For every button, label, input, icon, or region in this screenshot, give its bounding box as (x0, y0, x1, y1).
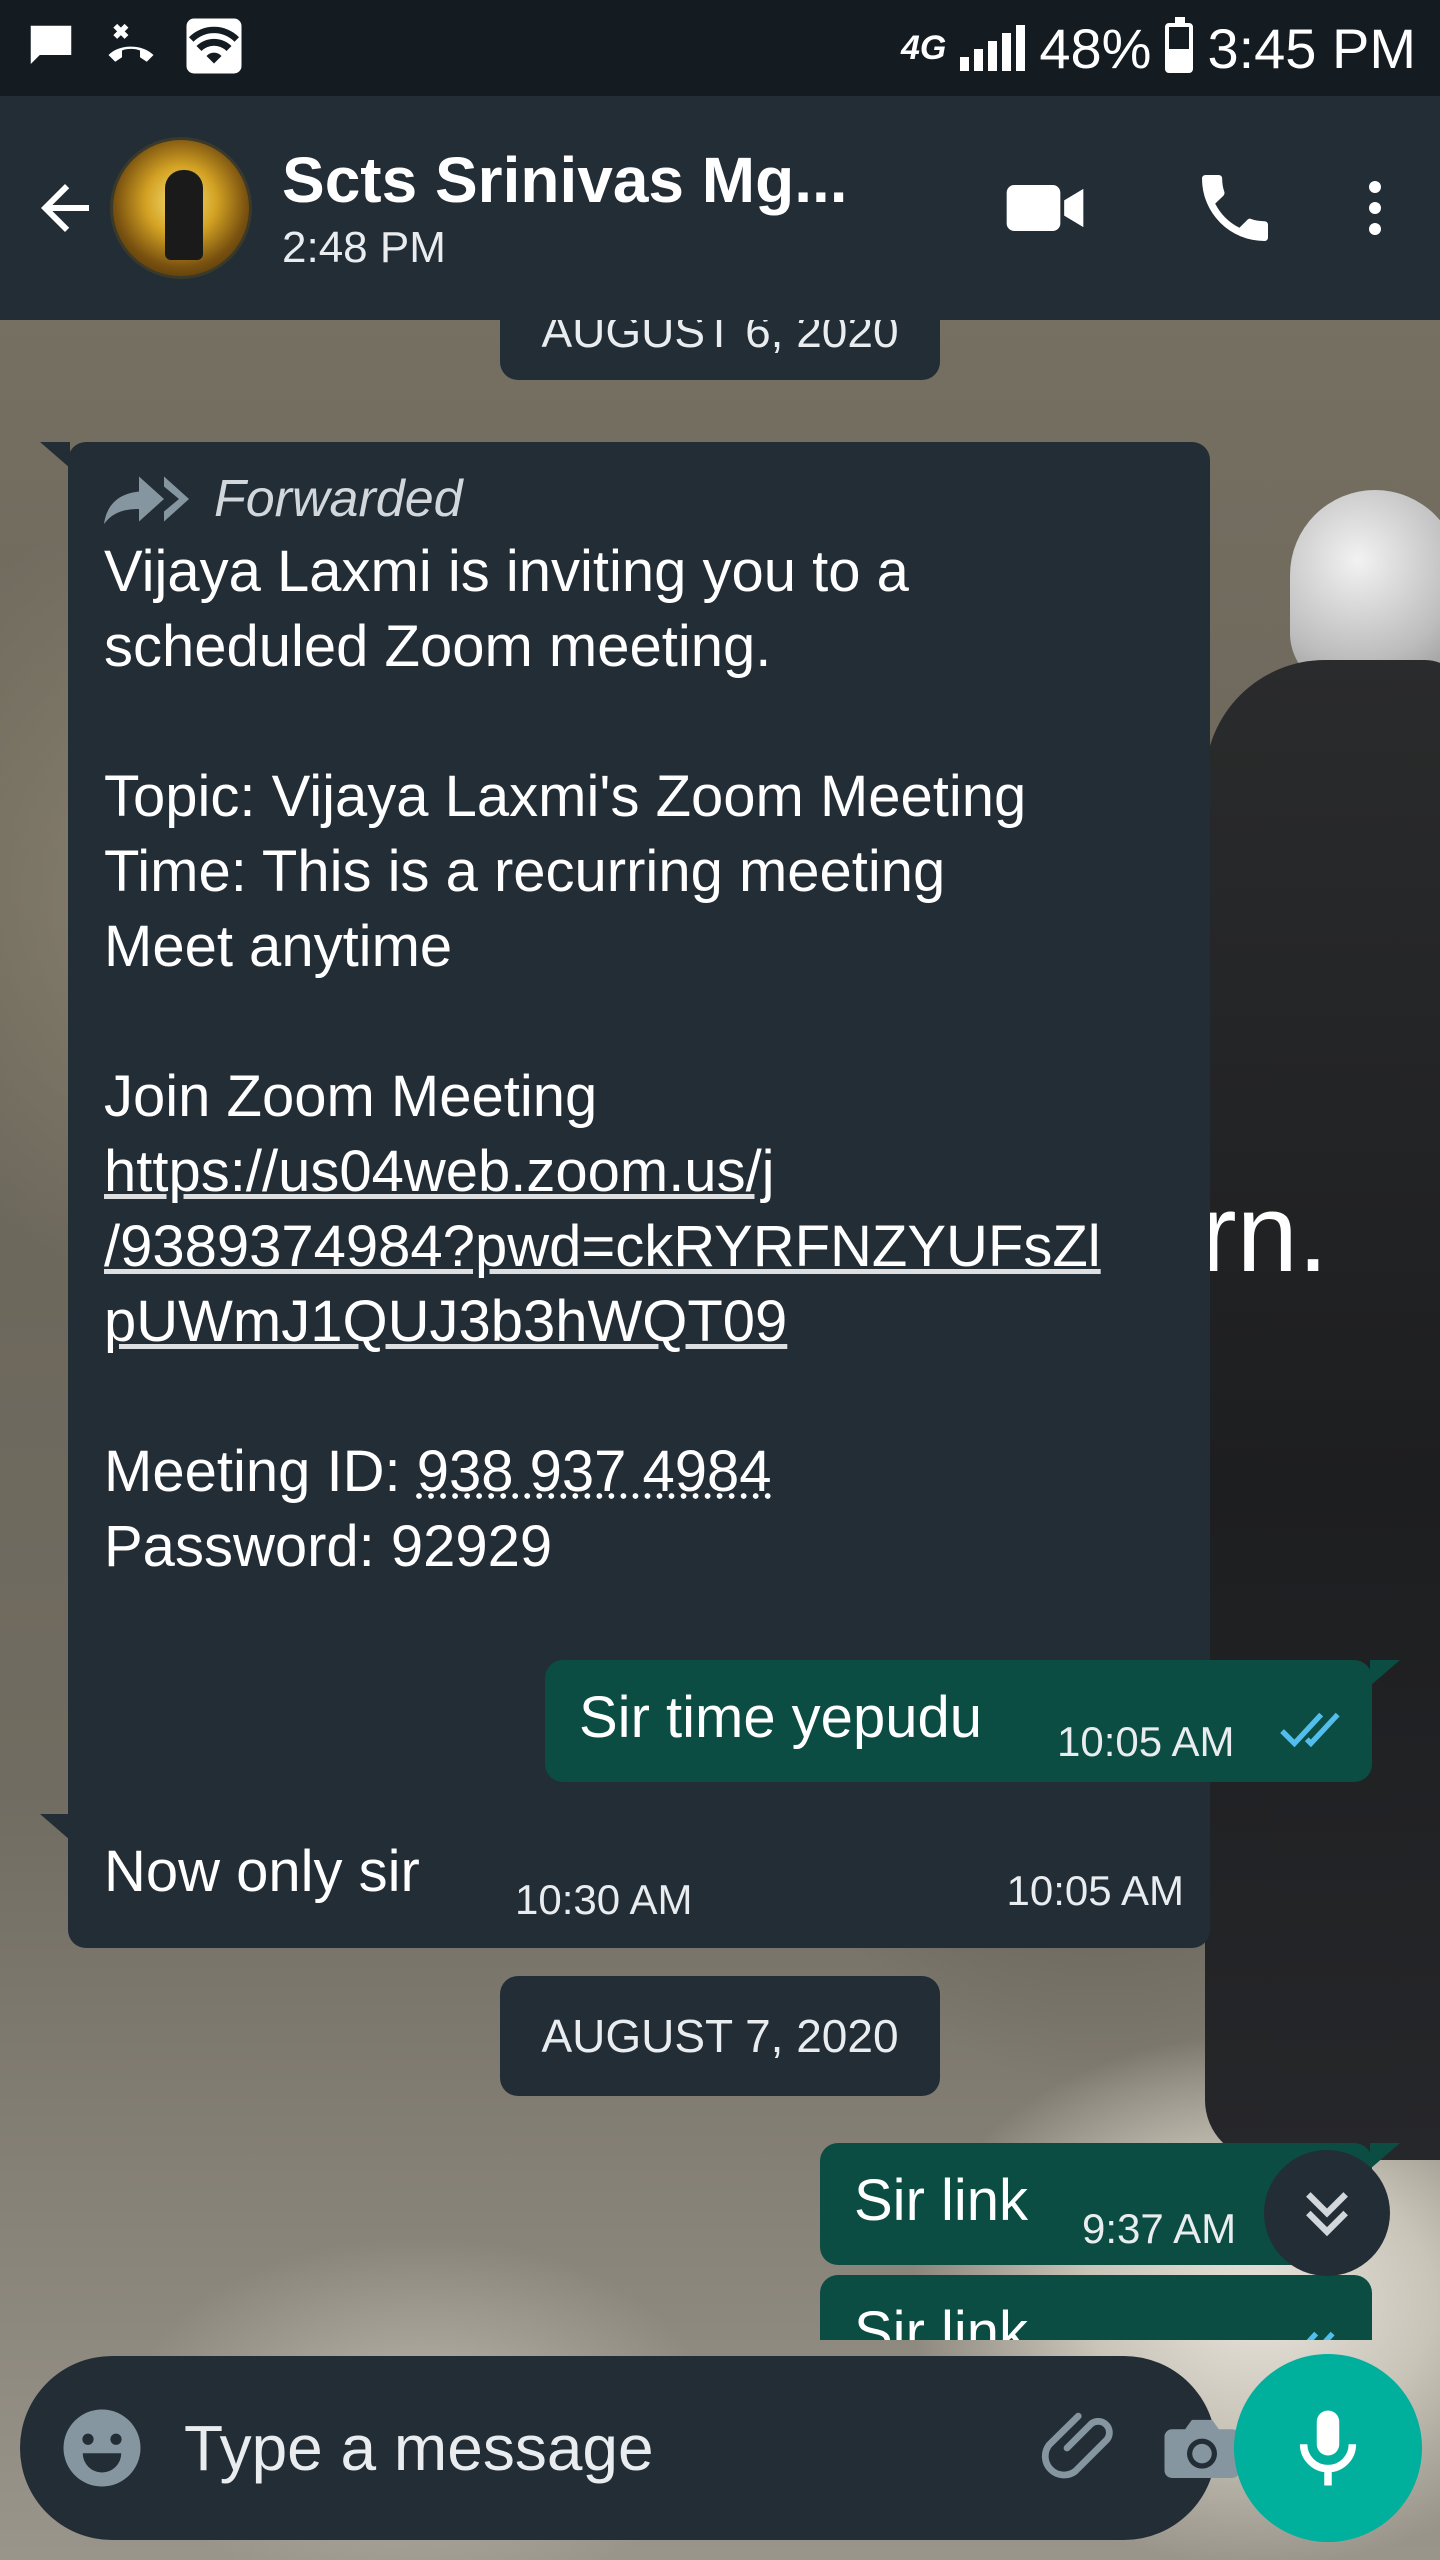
back-button[interactable] (20, 163, 110, 253)
clock: 3:45 PM (1207, 16, 1416, 80)
more-vert-icon (1369, 181, 1381, 235)
chat-title: Scts Srinivas Mg... (282, 144, 848, 216)
outgoing-message[interactable]: Sir link 9:54 AM (820, 2275, 1372, 2340)
message-line: Meeting ID: 938 937 4984 (104, 1434, 1174, 1509)
message-text: Now only sir (104, 1839, 420, 1904)
wifi-icon (184, 16, 244, 81)
status-bar: 4G 48% 3:45 PM (0, 0, 1440, 96)
signal-icon (960, 25, 1026, 71)
date-divider: AUGUST 6, 2020 (500, 320, 940, 380)
attach-icon (1041, 2412, 1113, 2479)
incoming-message[interactable]: Now only sir 10:30 AM (68, 1814, 746, 1936)
meeting-id-number[interactable]: 938 937 4984 (417, 1439, 772, 1504)
read-ticks-icon (1306, 2331, 1335, 2340)
message-text: Sir time yepudu (579, 1685, 982, 1750)
message-text: Sir link (854, 2300, 1029, 2340)
back-arrow-icon (41, 184, 89, 232)
message-icon (24, 19, 78, 78)
forwarded-label-row: Forwarded (104, 464, 1174, 534)
message-text: Sir link (854, 2168, 1029, 2233)
message-line: Time: This is a recurring meeting (104, 839, 946, 904)
zoom-link[interactable]: pUWmJ1QUJ3b3hWQT09 (104, 1284, 1174, 1359)
message-line: scheduled Zoom meeting. (104, 614, 772, 679)
chat-header: Scts Srinivas Mg... 2:48 PM (0, 96, 1440, 320)
message-line: Vijaya Laxmi is inviting you to a (104, 539, 909, 604)
zoom-link[interactable]: https://us04web.zoom.us/j (104, 1134, 1174, 1209)
attach-button[interactable] (1037, 2398, 1127, 2498)
video-call-button[interactable] (950, 148, 1140, 268)
message-time: 10:30 AM (515, 1876, 693, 1923)
voice-message-button[interactable] (1234, 2354, 1422, 2542)
date-divider: AUGUST 7, 2020 (500, 1976, 940, 2096)
battery-percent: 48% (1039, 16, 1152, 80)
zoom-link[interactable]: /9389374984?pwd=ckRYRFNZYUFsZl (104, 1209, 1174, 1284)
emoji-button[interactable] (60, 2403, 144, 2493)
network-type: 4G (900, 28, 947, 67)
message-line: Meet anytime (104, 914, 453, 979)
read-ticks-icon (1280, 1712, 1340, 1748)
message-list[interactable]: AUGUST 6, 2020 Forwarded Vijaya Laxmi is… (0, 320, 1440, 2340)
forwarded-label: Forwarded (214, 469, 463, 528)
outgoing-message[interactable]: Sir time yepudu 10:05 AM (545, 1660, 1372, 1782)
bubble-tail (40, 442, 70, 468)
forwarded-icon (104, 476, 189, 524)
meeting-id-label: Meeting ID: (104, 1439, 417, 1504)
message-line: Password: 92929 (104, 1514, 553, 1579)
message-time: 10:05 AM (1006, 1867, 1184, 1914)
last-seen: 2:48 PM (282, 223, 446, 272)
message-line: Topic: Vijaya Laxmi's Zoom Meeting (104, 764, 1027, 829)
bubble-tail (40, 1814, 70, 1840)
bubble-tail (1370, 2143, 1400, 2169)
message-line: Join Zoom Meeting (104, 1064, 598, 1129)
mic-icon (1299, 2410, 1357, 2486)
message-composer (20, 2356, 1240, 2540)
scroll-to-bottom-button[interactable] (1264, 2150, 1390, 2276)
chat-title-area[interactable]: Scts Srinivas Mg... 2:48 PM (282, 143, 882, 273)
missed-call-icon (104, 19, 158, 78)
message-time: 9:37 AM (1082, 2205, 1237, 2252)
bubble-tail (1370, 1660, 1400, 1686)
voice-call-button[interactable] (1140, 148, 1330, 268)
more-options-button[interactable] (1330, 148, 1420, 268)
emoji-icon (63, 2409, 141, 2487)
message-time: 10:05 AM (1057, 1718, 1235, 1765)
voice-call-icon (1202, 175, 1268, 241)
battery-icon (1165, 17, 1194, 73)
avatar[interactable] (110, 137, 252, 279)
message-input[interactable] (184, 2411, 1007, 2485)
double-chevron-down-icon (1306, 2192, 1348, 2237)
message-time: 9:54 AM (1082, 2323, 1236, 2340)
video-call-icon (1006, 185, 1084, 231)
